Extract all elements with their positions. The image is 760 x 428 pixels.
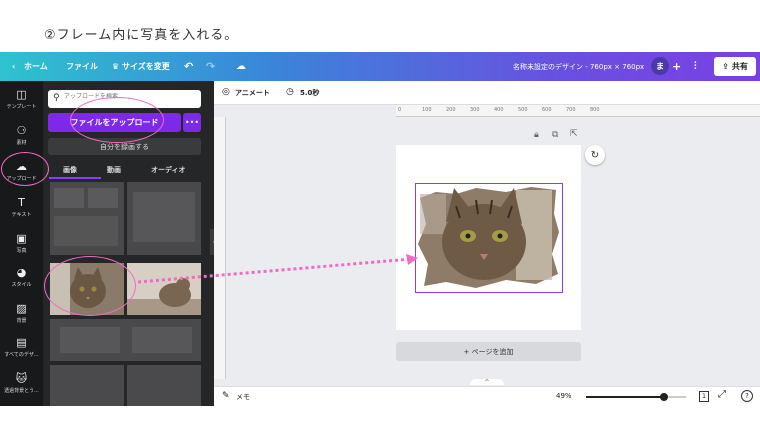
design-title[interactable]: 名称未設定のデザイン - 760px × 760px [513,52,644,81]
rail-item-template[interactable]: ◫ テンプレート [0,88,43,111]
timer-icon: ◷ [286,87,294,97]
help-icon[interactable]: ? [741,390,753,402]
upload-more-button[interactable]: ••• [183,113,201,132]
style-icon: ◕ [16,266,27,279]
zoom-slider-thumb[interactable] [660,393,668,401]
avatar[interactable]: ま [651,57,669,75]
rail-item-designs[interactable]: ▤ すべてのデザ... [0,336,43,359]
side-rail: ◫ テンプレート ⚆ 素材 ☁ アップロード T テキスト ▣ 写真 ◕ スタイル ▨ 背景 … [0,81,43,406]
ruler-tick: 800 [590,107,600,113]
lock-icon[interactable]: 🔒︎ [534,130,539,140]
tab-audio[interactable]: オーディオ [151,165,186,175]
text-icon: T [18,196,25,209]
rail-item-app[interactable]: 🐱 透過背景とう... [0,372,43,395]
tab-videos[interactable]: 動画 [107,165,121,175]
rail-label: テンプレート [6,104,37,110]
rail-label: スタイル [11,282,32,288]
upload-thumbnail[interactable] [50,319,201,361]
upload-thumbnail[interactable] [50,365,124,406]
ruler-tick: 300 [470,107,480,113]
rail-label: 素材 [16,140,27,146]
annotation-circle-thumbnail [44,256,136,316]
ruler-tick: 100 [422,107,432,113]
notes-button[interactable]: メモ [236,392,250,402]
expand-pages-button[interactable]: ^ [470,379,504,386]
upload-thumbnail[interactable] [127,365,201,406]
zoom-slider-track[interactable] [586,393,686,401]
refresh-icon[interactable]: ↻ [585,145,605,165]
rail-item-photo[interactable]: ▣ 写真 [0,232,43,255]
resize-menu[interactable]: サイズを変更 [122,52,170,81]
elements-icon: ⚆ [16,124,27,137]
upload-thumbnail[interactable] [127,182,201,255]
cloud-saved-icon: ☁ [236,61,246,72]
upload-thumbnail[interactable] [50,182,124,255]
annotation-circle-upload [1,152,49,186]
app-icon: 🐱 [15,372,28,385]
rail-label: すべてのデザ... [4,352,39,358]
background-icon: ▨ [16,302,27,315]
zoom-percentage[interactable]: 49% [556,392,572,400]
rail-item-text[interactable]: T テキスト [0,196,43,219]
active-tab-indicator [49,177,101,179]
page-count-button[interactable]: 1 [699,391,709,402]
rail-item-style[interactable]: ◕ スタイル [0,266,43,289]
designs-icon: ▤ [16,336,27,349]
redo-icon[interactable]: ↷ [206,52,215,81]
editor-toolbar: ◎ アニメート ◷ 5.0秒 [214,81,760,105]
horizontal-ruler: 0 100 200 300 400 500 600 700 800 [396,105,760,117]
analytics-icon[interactable]: ⫶ [694,52,697,81]
tab-images[interactable]: 画像 [63,165,77,175]
ruler-tick: 600 [542,107,552,113]
photo-icon: ▣ [16,232,27,245]
ruler-tick: 500 [518,107,528,113]
annotation-circle-upload-button [70,97,164,143]
add-page-button[interactable]: + ページを追加 [396,342,581,361]
rail-item-elements[interactable]: ⚆ 素材 [0,124,43,147]
template-icon: ◫ [16,88,27,101]
rail-label: 背景 [16,318,27,324]
rail-label: 写真 [16,248,27,254]
rail-label: 透過背景とう... [4,388,39,394]
vertical-ruler [214,117,226,379]
editor-footer: ✎ メモ 49% 1 ⤢ ? [214,386,760,406]
ruler-tick: 700 [566,107,576,113]
share-icon: ⇪ [722,62,729,71]
top-bar: ‹ ホーム ファイル ♛ サイズを変更 ↶ ↷ ☁ 名称未設定のデザイン - 7… [0,52,760,81]
back-chevron-icon[interactable]: ‹ [12,52,15,81]
editor-area: ◎ アニメート ◷ 5.0秒 0 100 200 300 400 500 600… [214,81,760,406]
home-link[interactable]: ホーム [24,52,48,81]
photo-frame[interactable] [415,183,563,293]
instruction-caption: ②フレーム内に写真を入れる。 [44,28,239,43]
notes-icon: ✎ [222,391,230,401]
fullscreen-icon[interactable]: ⤢ [718,389,726,400]
annotation-arrow [137,254,418,284]
cat-photo-in-frame [418,187,559,288]
ruler-tick: 400 [494,107,504,113]
ruler-tick: 0 [398,107,402,113]
share-label: 共有 [731,62,748,71]
duplicate-icon[interactable]: ⧉ [552,130,558,140]
ruler-tick: 200 [446,107,456,113]
animate-icon: ◎ [222,87,230,97]
add-member-icon[interactable]: + [672,52,681,81]
rail-label: テキスト [11,212,32,218]
zoom-slider-fill [586,396,664,398]
rail-item-background[interactable]: ▨ 背景 [0,302,43,325]
duration-button[interactable]: 5.0秒 [300,88,319,98]
undo-icon[interactable]: ↶ [184,52,193,81]
search-icon: ⚲ [53,93,60,103]
animate-button[interactable]: アニメート [235,88,270,98]
share-button[interactable]: ⇪ 共有 [714,57,756,76]
resize-icon: ♛ [112,62,120,71]
add-page-icon[interactable]: ⇱ [570,129,578,139]
file-menu[interactable]: ファイル [66,52,98,81]
